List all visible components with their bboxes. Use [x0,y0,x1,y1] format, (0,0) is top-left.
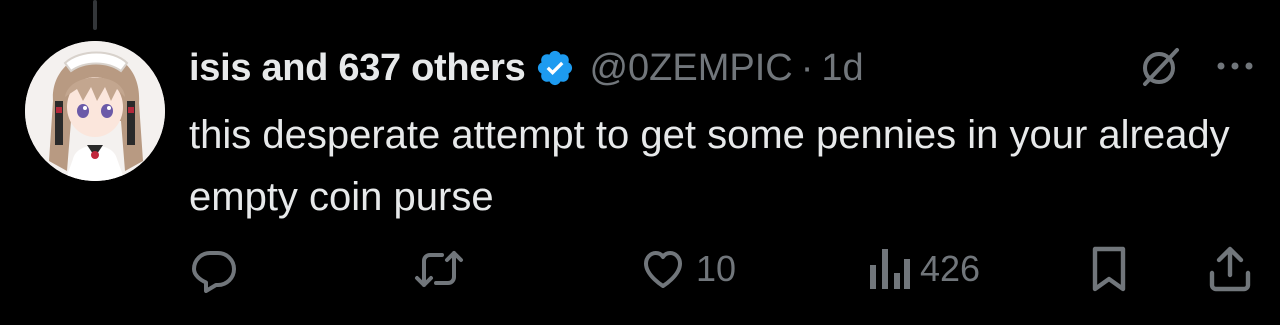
verified-badge-icon [535,48,575,88]
more-icon[interactable] [1213,46,1257,86]
thread-connector-line [93,0,97,30]
grok-icon[interactable] [1137,44,1183,90]
reply-button[interactable] [190,242,246,296]
bookmark-button[interactable] [1088,242,1130,296]
user-handle[interactable]: @0ZEMPIC [589,47,792,90]
heart-icon [638,245,688,293]
display-name[interactable]: isis and 637 others [189,47,526,90]
views-count: 426 [920,248,981,289]
like-count: 10 [696,248,737,289]
share-icon [1208,245,1252,293]
views-icon [866,245,912,293]
avatar[interactable] [25,41,165,181]
action-bar: 10 426 [0,242,1280,296]
tweet-header: isis and 637 others @0ZEMPIC · 1d [189,40,864,96]
avatar-image [25,41,165,181]
timestamp[interactable]: 1d [821,47,863,90]
views-button[interactable]: 426 [866,242,980,296]
reply-icon [190,245,238,293]
bookmark-icon [1088,245,1130,293]
like-button[interactable]: 10 [638,242,736,296]
repost-icon [414,245,464,293]
share-button[interactable] [1208,242,1252,296]
repost-button[interactable] [414,242,472,296]
tweet-text: this desperate attempt to get some penni… [189,113,1230,219]
separator-dot: · [800,46,814,89]
